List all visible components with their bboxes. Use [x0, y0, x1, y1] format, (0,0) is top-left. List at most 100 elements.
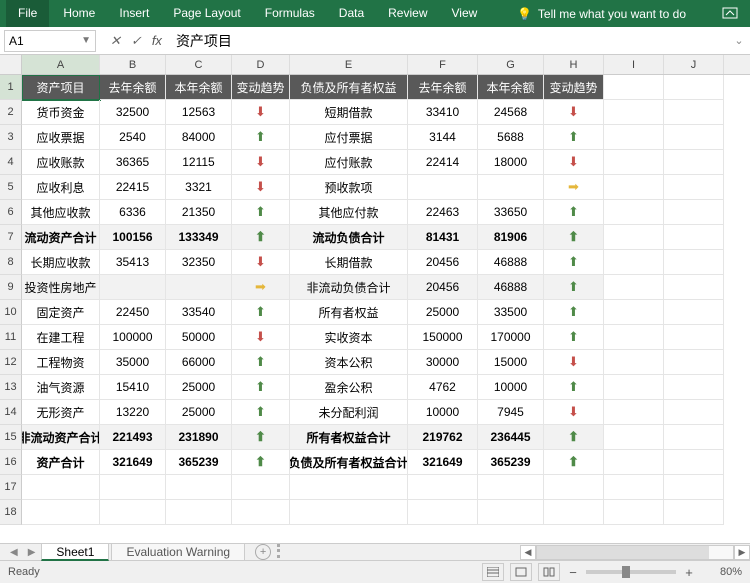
sheet-nav-prev-icon[interactable]: ◀ — [6, 547, 22, 558]
cell[interactable]: 25000 — [166, 400, 232, 425]
cell[interactable]: 10000 — [408, 400, 478, 425]
cell[interactable]: ⬆ — [232, 375, 290, 400]
enter-icon[interactable]: ✓ — [131, 33, 142, 49]
cell[interactable] — [664, 175, 724, 200]
cell[interactable]: 流动负债合计 — [290, 225, 408, 250]
cell[interactable] — [664, 500, 724, 525]
cell[interactable]: 35000 — [100, 350, 166, 375]
cell[interactable] — [604, 450, 664, 475]
cell[interactable]: 22415 — [100, 175, 166, 200]
cell[interactable] — [664, 225, 724, 250]
table-header-cell[interactable]: 资产项目 — [22, 75, 100, 100]
cell[interactable] — [22, 500, 100, 525]
cell[interactable]: 预收款项 — [290, 175, 408, 200]
cell[interactable]: ⬇ — [232, 325, 290, 350]
cell[interactable] — [664, 400, 724, 425]
cell[interactable]: 221493 — [100, 425, 166, 450]
row-header[interactable]: 16 — [0, 450, 22, 475]
cell[interactable]: 321649 — [100, 450, 166, 475]
cell[interactable]: 12563 — [166, 100, 232, 125]
cell[interactable]: 25000 — [166, 375, 232, 400]
zoom-out-button[interactable]: − — [566, 565, 580, 580]
cell[interactable]: 15000 — [478, 350, 544, 375]
ribbon-tab-formulas[interactable]: Formulas — [253, 0, 327, 27]
cell[interactable]: 应付账款 — [290, 150, 408, 175]
cell[interactable]: 应收票据 — [22, 125, 100, 150]
cell[interactable]: ⬆ — [232, 450, 290, 475]
cell[interactable]: 工程物资 — [22, 350, 100, 375]
cell[interactable]: ⬇ — [544, 400, 604, 425]
cell[interactable]: 6336 — [100, 200, 166, 225]
cell[interactable] — [664, 475, 724, 500]
cell[interactable]: ⬆ — [544, 200, 604, 225]
cell[interactable] — [100, 500, 166, 525]
row-header[interactable]: 2 — [0, 100, 22, 125]
cell[interactable] — [664, 150, 724, 175]
fx-icon[interactable]: fx — [152, 33, 170, 48]
zoom-slider[interactable] — [586, 570, 676, 574]
cell[interactable] — [604, 100, 664, 125]
row-header[interactable]: 11 — [0, 325, 22, 350]
share-icon[interactable] — [716, 3, 744, 25]
column-header[interactable]: I — [604, 55, 664, 74]
cell[interactable] — [290, 475, 408, 500]
cell[interactable]: ⬆ — [232, 400, 290, 425]
cell[interactable] — [604, 400, 664, 425]
cell[interactable]: 负债及所有者权益合计 — [290, 450, 408, 475]
cell[interactable] — [664, 125, 724, 150]
column-header[interactable]: A — [22, 55, 100, 74]
cell[interactable]: 33410 — [408, 100, 478, 125]
cell[interactable] — [232, 500, 290, 525]
zoom-slider-thumb[interactable] — [622, 566, 630, 578]
table-header-cell[interactable]: 负债及所有者权益 — [290, 75, 408, 100]
cell[interactable] — [604, 500, 664, 525]
cell[interactable] — [478, 475, 544, 500]
sheet-nav-next-icon[interactable]: ▶ — [24, 547, 40, 558]
cell[interactable]: 所有者权益合计 — [290, 425, 408, 450]
cell[interactable]: ⬇ — [232, 250, 290, 275]
tab-split-handle[interactable] — [277, 544, 285, 558]
cell[interactable] — [664, 375, 724, 400]
cell[interactable]: 长期应收款 — [22, 250, 100, 275]
column-header[interactable]: B — [100, 55, 166, 74]
cell[interactable]: 所有者权益 — [290, 300, 408, 325]
page-layout-view-icon[interactable] — [510, 563, 532, 581]
cell[interactable]: ⬆ — [544, 250, 604, 275]
cell[interactable] — [664, 75, 724, 100]
cell[interactable]: 22414 — [408, 150, 478, 175]
cell[interactable]: 33540 — [166, 300, 232, 325]
column-header[interactable]: E — [290, 55, 408, 74]
cell[interactable] — [604, 375, 664, 400]
cell[interactable]: ⬆ — [232, 425, 290, 450]
row-header[interactable]: 15 — [0, 425, 22, 450]
row-header[interactable]: 6 — [0, 200, 22, 225]
ribbon-tab-file[interactable]: File — [6, 0, 49, 27]
cell[interactable]: 3321 — [166, 175, 232, 200]
cell[interactable] — [604, 275, 664, 300]
cell[interactable] — [478, 500, 544, 525]
cell[interactable] — [664, 200, 724, 225]
cell[interactable]: 非流动负债合计 — [290, 275, 408, 300]
row-header[interactable]: 1 — [0, 75, 22, 100]
column-header[interactable]: J — [664, 55, 724, 74]
table-header-cell[interactable]: 变动趋势 — [232, 75, 290, 100]
cells-area[interactable]: 资产项目去年余额本年余额变动趋势负债及所有者权益去年余额本年余额变动趋势货币资金… — [22, 75, 750, 543]
select-all-corner[interactable] — [0, 55, 22, 75]
cell[interactable]: 46888 — [478, 250, 544, 275]
cell[interactable]: 22450 — [100, 300, 166, 325]
scroll-left-icon[interactable]: ◀ — [520, 545, 536, 560]
cell[interactable] — [604, 150, 664, 175]
cell[interactable]: 其他应收款 — [22, 200, 100, 225]
cell[interactable]: 15410 — [100, 375, 166, 400]
cell[interactable] — [664, 275, 724, 300]
row-header[interactable]: 5 — [0, 175, 22, 200]
row-header[interactable]: 9 — [0, 275, 22, 300]
cell[interactable] — [664, 100, 724, 125]
cell[interactable]: 46888 — [478, 275, 544, 300]
cell[interactable]: 应收账款 — [22, 150, 100, 175]
column-header[interactable]: C — [166, 55, 232, 74]
zoom-in-button[interactable]: + — [682, 565, 696, 580]
cell[interactable]: 365239 — [166, 450, 232, 475]
cell[interactable] — [408, 500, 478, 525]
cell[interactable]: 长期借款 — [290, 250, 408, 275]
